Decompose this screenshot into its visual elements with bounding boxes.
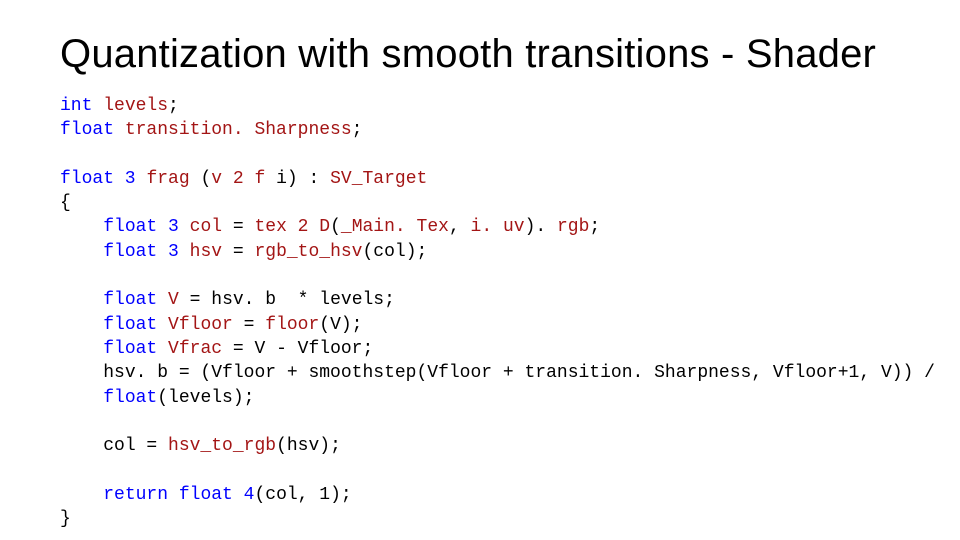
ident-hsv: hsv	[190, 242, 222, 262]
brace-close: }	[60, 509, 71, 529]
ident-tex2d: tex 2 D	[254, 217, 330, 237]
keyword-return: return	[103, 485, 168, 505]
code-text: i) :	[265, 169, 330, 189]
indent	[60, 242, 103, 262]
code-text: (	[190, 169, 212, 189]
code-text: ;	[589, 217, 600, 237]
code-text: hsv. b = (Vfloor + smoothstep(Vfloor + t…	[103, 363, 935, 383]
indent	[60, 339, 103, 359]
keyword-float-cast: float	[103, 388, 157, 408]
indent	[60, 363, 103, 383]
ident-v2f: v 2 f	[211, 169, 265, 189]
code-text: ).	[525, 217, 557, 237]
ident-svtarget: SV_Target	[330, 169, 427, 189]
ident-transition-sharpness: transition. Sharpness	[125, 120, 352, 140]
indent	[60, 315, 103, 335]
code-text: (col, 1);	[254, 485, 351, 505]
code-text: = hsv. b * levels;	[179, 290, 395, 310]
code-text: =	[222, 217, 254, 237]
ident-maintex: _Main. Tex	[341, 217, 449, 237]
code-text: (col);	[363, 242, 428, 262]
code-text: (	[330, 217, 341, 237]
slide: Quantization with smooth transitions - S…	[0, 0, 960, 540]
code-text: =	[233, 315, 265, 335]
slide-title: Quantization with smooth transitions - S…	[60, 32, 900, 76]
ident-floor: floor	[265, 315, 319, 335]
code-text: ;	[168, 96, 179, 116]
code-block: int levels; float transition. Sharpness;…	[60, 94, 900, 531]
ident-rgb-to-hsv: rgb_to_hsv	[254, 242, 362, 262]
indent	[60, 436, 103, 456]
code-text: col =	[103, 436, 168, 456]
keyword-float4: float 4	[179, 485, 255, 505]
keyword-float3: float 3	[103, 242, 179, 262]
code-text: (V);	[319, 315, 362, 335]
ident-col: col	[190, 217, 222, 237]
ident-rgb: rgb	[557, 217, 589, 237]
indent	[60, 217, 103, 237]
keyword-float: float	[103, 339, 157, 359]
ident-hsv-to-rgb: hsv_to_rgb	[168, 436, 276, 456]
keyword-float: float	[103, 290, 157, 310]
code-text: (levels);	[157, 388, 254, 408]
ident-vfloor: Vfloor	[168, 315, 233, 335]
keyword-float: float	[103, 315, 157, 335]
keyword-float3: float 3	[60, 169, 136, 189]
code-text: (hsv);	[276, 436, 341, 456]
keyword-float: float	[60, 120, 114, 140]
ident-v: V	[168, 290, 179, 310]
ident-levels: levels	[103, 96, 168, 116]
indent	[60, 388, 103, 408]
code-text: ;	[352, 120, 363, 140]
indent	[60, 485, 103, 505]
keyword-float3: float 3	[103, 217, 179, 237]
code-text: = V - Vfloor;	[222, 339, 373, 359]
brace-open: {	[60, 193, 71, 213]
code-text: =	[222, 242, 254, 262]
keyword-int: int	[60, 96, 92, 116]
ident-vfrac: Vfrac	[168, 339, 222, 359]
ident-iuv: i. uv	[471, 217, 525, 237]
code-text: ,	[449, 217, 471, 237]
indent	[60, 290, 103, 310]
ident-frag: frag	[146, 169, 189, 189]
code-text	[168, 485, 179, 505]
